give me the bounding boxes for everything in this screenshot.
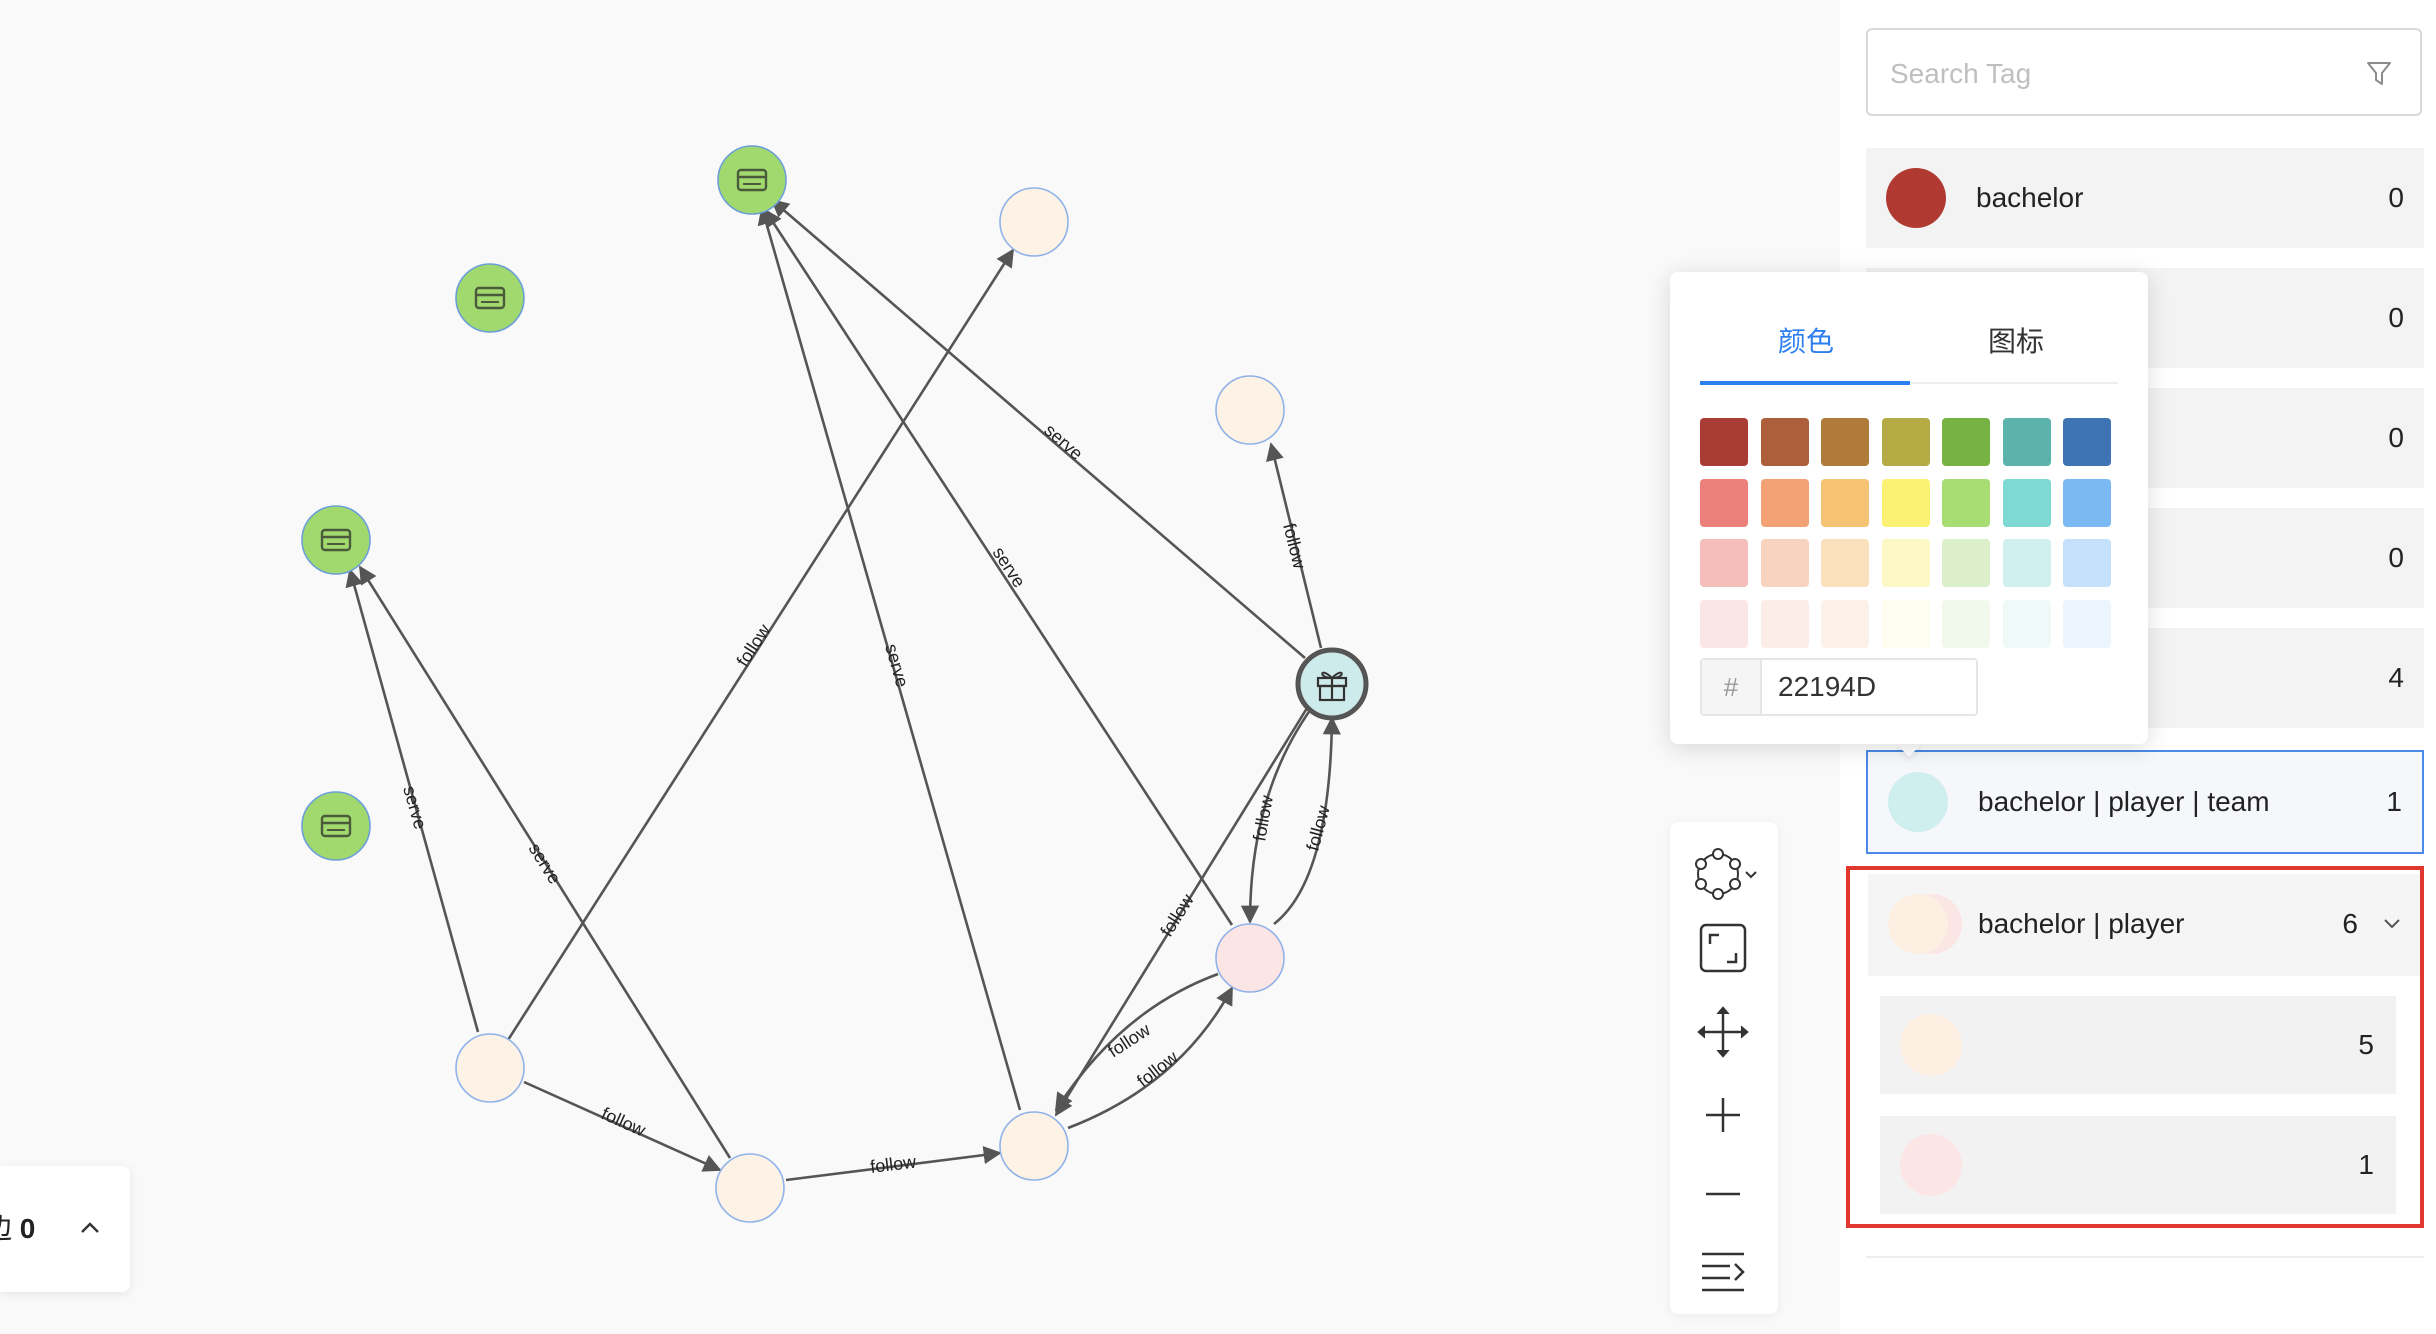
tag-label: bachelor | player | team [1978, 786, 2270, 817]
edge-label-serve: serve [525, 840, 565, 888]
edge-label-serve: serve [989, 543, 1030, 591]
tab-icon[interactable]: 图标 [1916, 320, 2116, 360]
graph-node[interactable] [999, 1111, 1069, 1181]
edge-count-value: 0 [19, 1213, 36, 1244]
expand-icon[interactable] [1688, 1242, 1758, 1302]
hex-prefix: # [1702, 660, 1762, 714]
layout-icon[interactable] [1688, 844, 1758, 904]
graph-node-gift[interactable] [1295, 647, 1369, 721]
subgroup-row[interactable]: 1 [1880, 1116, 2396, 1214]
color-swatch[interactable] [1821, 478, 1869, 527]
tab-color[interactable]: 颜色 [1706, 320, 1906, 360]
graph-node-card[interactable] [455, 263, 525, 333]
tag-count: 1 [2386, 786, 2402, 817]
color-swatch[interactable] [1700, 478, 1748, 527]
color-swatch[interactable] [1821, 418, 1869, 466]
color-swatch[interactable] [1760, 478, 1809, 527]
color-swatch[interactable] [1700, 599, 1748, 648]
tag-count: 0 [2388, 182, 2404, 213]
search-tag-box[interactable] [1866, 28, 2422, 116]
edge-label-follow: follow [598, 1103, 649, 1140]
color-swatch[interactable] [2063, 539, 2111, 587]
move-icon[interactable] [1688, 1002, 1758, 1062]
tag-count: 0 [2388, 422, 2404, 453]
color-picker-popover: 颜色 图标 # 22194D [1670, 272, 2148, 744]
edge-label-serve: serve [881, 642, 912, 690]
edge-label-follow: follow [869, 1151, 918, 1177]
edge-label-text: 边 [0, 1213, 12, 1244]
graph-node-card[interactable] [717, 145, 787, 215]
edge-label-follow: follow [1279, 521, 1310, 571]
subgroup-row[interactable]: 5 [1880, 996, 2396, 1094]
graph-node-card[interactable] [301, 505, 371, 575]
tag-row-bachelor[interactable]: bachelor 0 [1866, 148, 2424, 248]
graph-canvas[interactable]: serve follow serve serve follow serve se… [0, 0, 1840, 1334]
graph-node-card[interactable] [301, 791, 371, 861]
graph-node[interactable] [999, 187, 1069, 257]
graph-edges [345, 198, 1341, 1182]
edge-label-serve: serve [1040, 420, 1086, 464]
color-swatch[interactable] [1760, 599, 1809, 648]
panel-bottom-divider [1866, 1256, 2424, 1258]
filter-icon[interactable] [2364, 58, 2394, 88]
edge-label-follow: follow [1133, 1046, 1182, 1091]
edge-label-follow: follow [1156, 890, 1198, 940]
color-swatch[interactable] [1700, 418, 1748, 466]
tag-color-dot[interactable] [1888, 772, 1948, 832]
color-swatch[interactable] [1881, 478, 1930, 527]
tag-row-bachelor-player-team[interactable]: bachelor | player | team 1 [1866, 750, 2424, 854]
graph-node[interactable] [455, 1033, 525, 1103]
color-swatch[interactable] [1760, 539, 1809, 587]
tab-active-indicator [1700, 381, 1910, 385]
subgroup-count: 5 [2358, 1029, 2374, 1060]
color-swatch[interactable] [1942, 599, 1990, 648]
graph-node[interactable] [715, 1153, 785, 1223]
color-swatch[interactable] [2063, 418, 2111, 466]
edge-label-follow: follow [1303, 802, 1334, 853]
color-swatch[interactable] [2063, 478, 2111, 527]
subgroup-color-dot[interactable] [1900, 1134, 1962, 1196]
color-swatch[interactable] [1881, 418, 1930, 466]
color-swatch[interactable] [1881, 599, 1930, 648]
tag-count: 0 [2388, 302, 2404, 333]
color-swatch[interactable] [2002, 418, 2051, 466]
tag-color-dot[interactable] [1886, 168, 1946, 228]
edge-count-label: 边 0 [0, 1166, 35, 1292]
chevron-up-icon[interactable] [78, 1218, 102, 1238]
graph-node[interactable] [1215, 923, 1285, 993]
color-swatch[interactable] [1821, 539, 1869, 587]
hex-value[interactable]: 22194D [1778, 660, 1876, 714]
color-swatch[interactable] [1942, 418, 1990, 466]
edge-labels: serve follow serve serve follow serve se… [399, 420, 1334, 1177]
zoom-out-icon[interactable] [1688, 1164, 1758, 1224]
graph-node[interactable] [1215, 375, 1285, 445]
search-tag-input[interactable] [1888, 48, 2342, 100]
edge-label-follow: follow [733, 620, 775, 670]
edge-count-card[interactable]: 边 0 [0, 1166, 130, 1292]
graph-toolbar [1670, 822, 1778, 1314]
color-swatch[interactable] [2063, 599, 2111, 648]
hex-color-input[interactable]: # 22194D [1700, 658, 1978, 716]
graph-nodes [301, 145, 1369, 1223]
color-swatch[interactable] [2002, 478, 2051, 527]
tag-count: 0 [2388, 542, 2404, 573]
edge-label-follow: follow [1249, 793, 1277, 843]
color-swatch[interactable] [1760, 418, 1809, 466]
subgroup-count: 1 [2358, 1149, 2374, 1180]
color-swatch[interactable] [2002, 539, 2051, 587]
color-swatch[interactable] [1700, 539, 1748, 587]
color-swatch[interactable] [1881, 539, 1930, 587]
color-swatch[interactable] [1942, 478, 1990, 527]
edge-label-serve: serve [399, 784, 430, 832]
color-swatch[interactable] [1821, 599, 1869, 648]
color-swatch[interactable] [2002, 599, 2051, 648]
subgroup-color-dot[interactable] [1900, 1014, 1962, 1076]
color-swatch[interactable] [1942, 539, 1990, 587]
fit-view-icon[interactable] [1688, 920, 1758, 980]
zoom-in-icon[interactable] [1688, 1084, 1758, 1144]
tag-count: 4 [2388, 662, 2404, 693]
tag-label: bachelor [1976, 182, 2084, 213]
